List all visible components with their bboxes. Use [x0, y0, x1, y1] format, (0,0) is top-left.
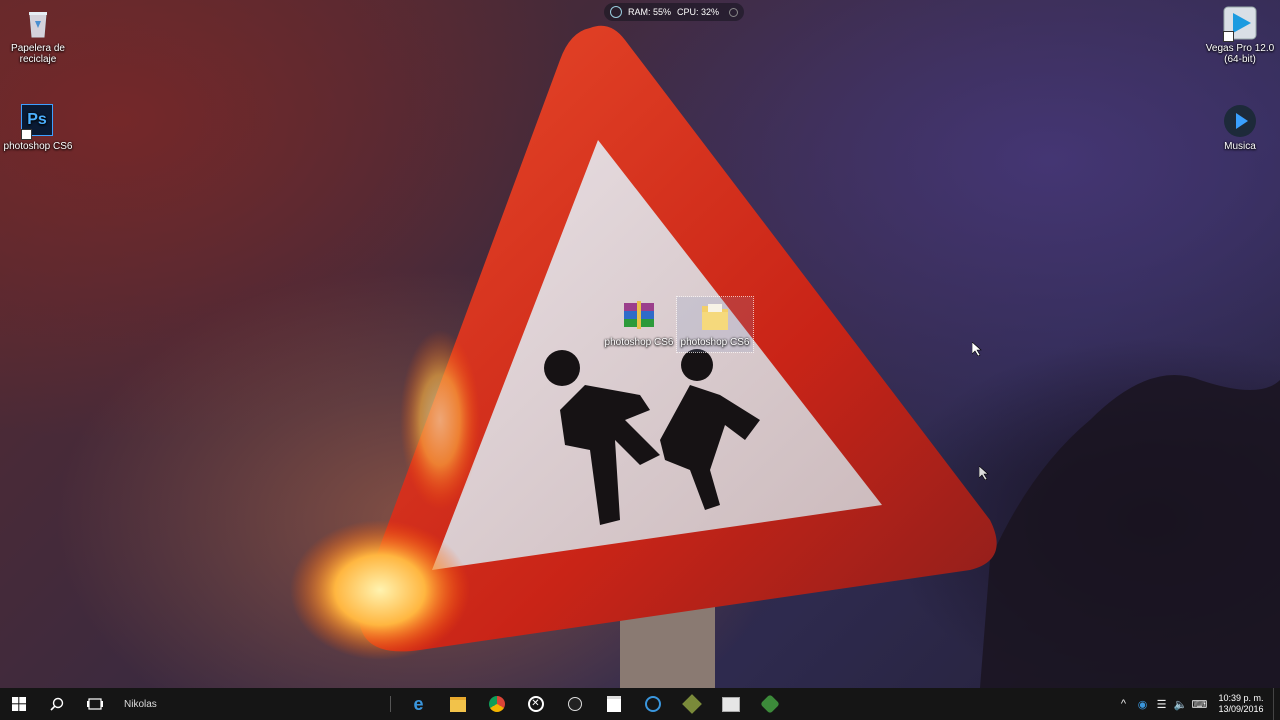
- cpu-usage: CPU: 32%: [677, 7, 720, 17]
- edge-icon: e: [413, 693, 424, 714]
- pinned-ccleaner[interactable]: [633, 688, 672, 720]
- taskbar-user-toolbar[interactable]: Nikolas: [124, 699, 384, 710]
- chrome-icon: [488, 696, 505, 712]
- folder-icon: [698, 300, 732, 334]
- desktop-icon-label: Vegas Pro 12.0 (64-bit): [1205, 43, 1275, 65]
- desktop-icon-label: photoshop CS6: [3, 141, 73, 152]
- pinned-edge[interactable]: e: [399, 688, 438, 720]
- taskbar-separator: [390, 696, 391, 712]
- windows-logo-icon: [12, 697, 26, 711]
- clock-time: 10:39 p. m.: [1218, 693, 1264, 703]
- expand-icon[interactable]: [729, 7, 738, 17]
- tray-app-icon[interactable]: ◉: [1133, 688, 1152, 720]
- pinned-file-explorer[interactable]: [438, 688, 477, 720]
- pinned-clock-app[interactable]: [555, 688, 594, 720]
- photoshop-icon: Ps: [21, 104, 55, 140]
- pinned-xbox[interactable]: ✕: [516, 688, 555, 720]
- clock[interactable]: 10:39 p. m. 13/09/2016: [1213, 693, 1269, 715]
- pinned-photo[interactable]: [711, 688, 750, 720]
- fire-effect: [290, 520, 470, 660]
- app-icon: [681, 694, 702, 714]
- task-view-button[interactable]: [76, 688, 114, 720]
- store-icon: [606, 696, 621, 712]
- recycle-bin-icon: [21, 6, 55, 40]
- ccleaner-icon: [644, 696, 661, 712]
- shortcut-arrow-icon: [21, 129, 32, 140]
- desktop-icon-label: photoshop CS6: [680, 337, 750, 348]
- desktop-icon-folder-photoshop[interactable]: photoshop CS6: [676, 296, 754, 353]
- search-icon: [50, 697, 64, 711]
- desktop-icon-label: Papelera de reciclaje: [11, 43, 65, 65]
- start-button[interactable]: [0, 688, 38, 720]
- pinned-apps: e ✕: [399, 688, 789, 720]
- volume-icon[interactable]: 🔈: [1171, 688, 1190, 720]
- shortcut-arrow-icon: [1223, 31, 1234, 42]
- clock-date: 13/09/2016: [1218, 704, 1264, 714]
- ram-usage: RAM: 55%: [628, 7, 672, 17]
- winrar-archive-icon: [622, 300, 656, 334]
- system-tray: ^ ◉ ☰ 🔈 ⌨ 10:39 p. m. 13/09/2016: [1114, 688, 1280, 720]
- desktop-icon-label: photoshop CS6: [604, 337, 674, 348]
- network-icon[interactable]: ☰: [1152, 688, 1171, 720]
- system-monitor-gadget: RAM: 55% CPU: 32%: [604, 3, 744, 21]
- monitor-icon: [610, 6, 622, 18]
- desktop-icon-musica[interactable]: Musica: [1202, 104, 1278, 152]
- pinned-app[interactable]: [672, 688, 711, 720]
- desktop-icon-recycle-bin[interactable]: Papelera de reciclaje: [0, 6, 76, 65]
- vegas-pro-icon: [1223, 6, 1257, 42]
- mouse-cursor-icon: [972, 342, 982, 356]
- desktop-icon-winrar-photoshop[interactable]: photoshop CS6: [601, 300, 677, 348]
- pinned-store[interactable]: [594, 688, 633, 720]
- search-button[interactable]: [38, 688, 76, 720]
- show-desktop-button[interactable]: [1273, 688, 1280, 720]
- mouse-cursor-icon: [979, 466, 989, 480]
- file-explorer-icon: [449, 696, 466, 712]
- pinned-app2[interactable]: [750, 688, 789, 720]
- fire-trail: [400, 330, 480, 510]
- tree-silhouette: [980, 375, 1280, 688]
- pinned-chrome[interactable]: [477, 688, 516, 720]
- task-view-icon: [87, 698, 103, 710]
- taskbar: Nikolas e ✕ ^ ◉ ☰ 🔈 ⌨ 10:39 p. m. 13/09/…: [0, 688, 1280, 720]
- show-hidden-icons-chevron-icon[interactable]: ^: [1114, 688, 1133, 720]
- keyboard-icon[interactable]: ⌨: [1190, 688, 1209, 720]
- app2-icon: [759, 694, 780, 714]
- desktop-icon-vegas-pro[interactable]: Vegas Pro 12.0 (64-bit): [1202, 6, 1278, 65]
- desktop-icon-label: Musica: [1224, 141, 1256, 152]
- photo-icon: [721, 696, 740, 712]
- clock-app-icon: [567, 697, 582, 711]
- desktop-icon-photoshop[interactable]: Ps photoshop CS6: [0, 104, 76, 152]
- music-play-icon: [1223, 104, 1257, 138]
- xbox-icon: ✕: [527, 696, 544, 712]
